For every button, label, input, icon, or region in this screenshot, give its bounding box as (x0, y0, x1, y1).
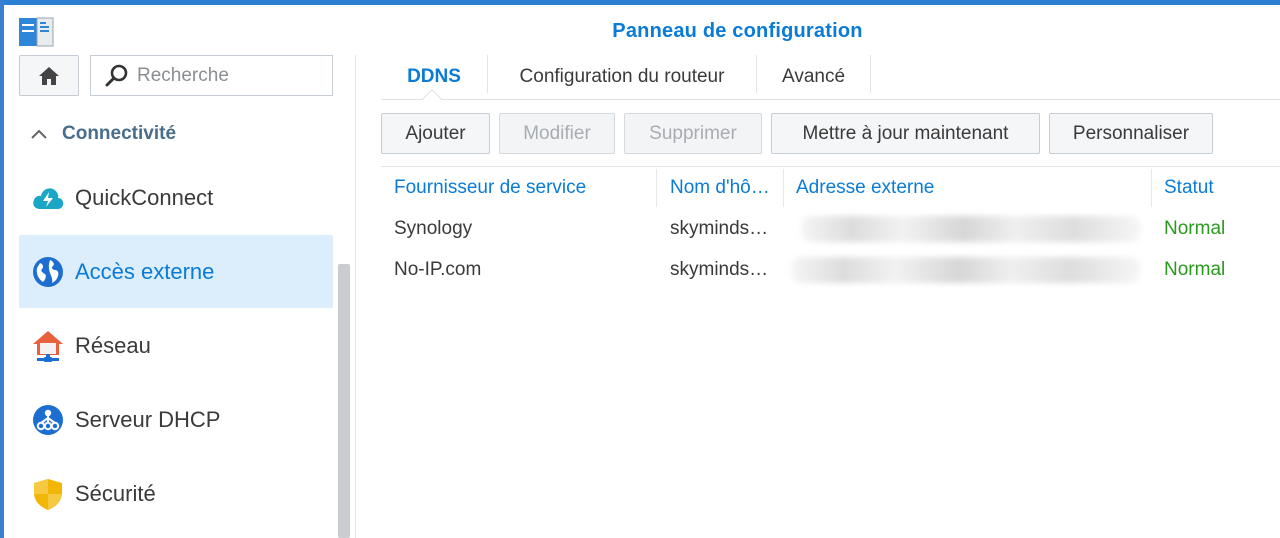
edit-button[interactable]: Modifier (499, 113, 615, 154)
tab-advanced[interactable]: Avancé (757, 55, 870, 99)
section-label: Connectivité (62, 123, 177, 144)
hostname-cell: skyminds… (670, 258, 769, 280)
provider-cell: No-IP.com (394, 258, 482, 280)
home-button[interactable] (19, 55, 79, 96)
column-header-external-address[interactable]: Adresse externe (796, 167, 934, 209)
chevron-up-icon (31, 129, 47, 139)
panel-divider (355, 55, 356, 538)
section-connectivity[interactable]: Connectivité (30, 121, 176, 147)
customize-button[interactable]: Personnaliser (1049, 113, 1213, 154)
shield-icon (31, 477, 65, 511)
column-separator[interactable] (656, 169, 657, 207)
provider-cell: Synology (394, 217, 473, 239)
column-header-status[interactable]: Statut (1164, 167, 1214, 209)
sidebar-item-dhcp-server[interactable]: Serveur DHCP (19, 383, 333, 456)
window-title: Panneau de configuration (612, 20, 863, 42)
status-cell: Normal (1164, 258, 1226, 280)
tab-separator (870, 55, 871, 93)
home-icon (39, 66, 59, 85)
sidebar-item-external-access[interactable]: Accès externe (19, 235, 333, 308)
external-address-blurred (801, 216, 1141, 242)
table-header: Fournisseur de service Nom d'hô… Adresse… (381, 166, 1280, 208)
dhcp-icon (31, 403, 65, 437)
table-row[interactable]: Synology skyminds… Normal (381, 208, 1280, 249)
quickconnect-icon (31, 181, 65, 215)
sidebar-item-quickconnect[interactable]: QuickConnect (19, 161, 333, 234)
search-field[interactable] (90, 55, 333, 96)
column-header-provider[interactable]: Fournisseur de service (394, 167, 586, 209)
globe-icon (31, 255, 65, 289)
tab-router-configuration[interactable]: Configuration du routeur (488, 55, 756, 99)
hostname-cell: skyminds… (670, 217, 769, 239)
column-separator[interactable] (1151, 169, 1152, 207)
sidebar-item-security[interactable]: Sécurité (19, 457, 333, 530)
sidebar: Connectivité QuickConnect Accès externe (4, 49, 356, 538)
status-cell: Normal (1164, 217, 1226, 239)
sidebar-item-network[interactable]: Réseau (19, 309, 333, 382)
sidebar-item-label: Serveur DHCP (75, 406, 221, 432)
update-now-button[interactable]: Mettre à jour maintenant (771, 113, 1040, 154)
delete-button[interactable]: Supprimer (624, 113, 762, 154)
title-bar: Panneau de configuration (0, 5, 1280, 49)
sidebar-item-label: Accès externe (75, 258, 215, 284)
network-house-icon (31, 329, 65, 363)
sidebar-item-label: Sécurité (75, 480, 156, 506)
sidebar-item-label: QuickConnect (75, 184, 214, 210)
search-input[interactable] (137, 64, 327, 87)
tab-bar: DDNS Configuration du routeur Avancé (381, 55, 1280, 100)
add-button[interactable]: Ajouter (381, 113, 490, 154)
search-icon (105, 64, 128, 86)
sidebar-scrollbar[interactable] (338, 264, 350, 538)
column-separator[interactable] (783, 169, 784, 207)
ddns-table: Fournisseur de service Nom d'hô… Adresse… (381, 166, 1280, 290)
external-address-blurred (791, 257, 1141, 283)
table-row[interactable]: No-IP.com skyminds… Normal (381, 249, 1280, 290)
column-header-hostname[interactable]: Nom d'hô… (670, 167, 770, 209)
sidebar-item-label: Réseau (75, 332, 151, 358)
